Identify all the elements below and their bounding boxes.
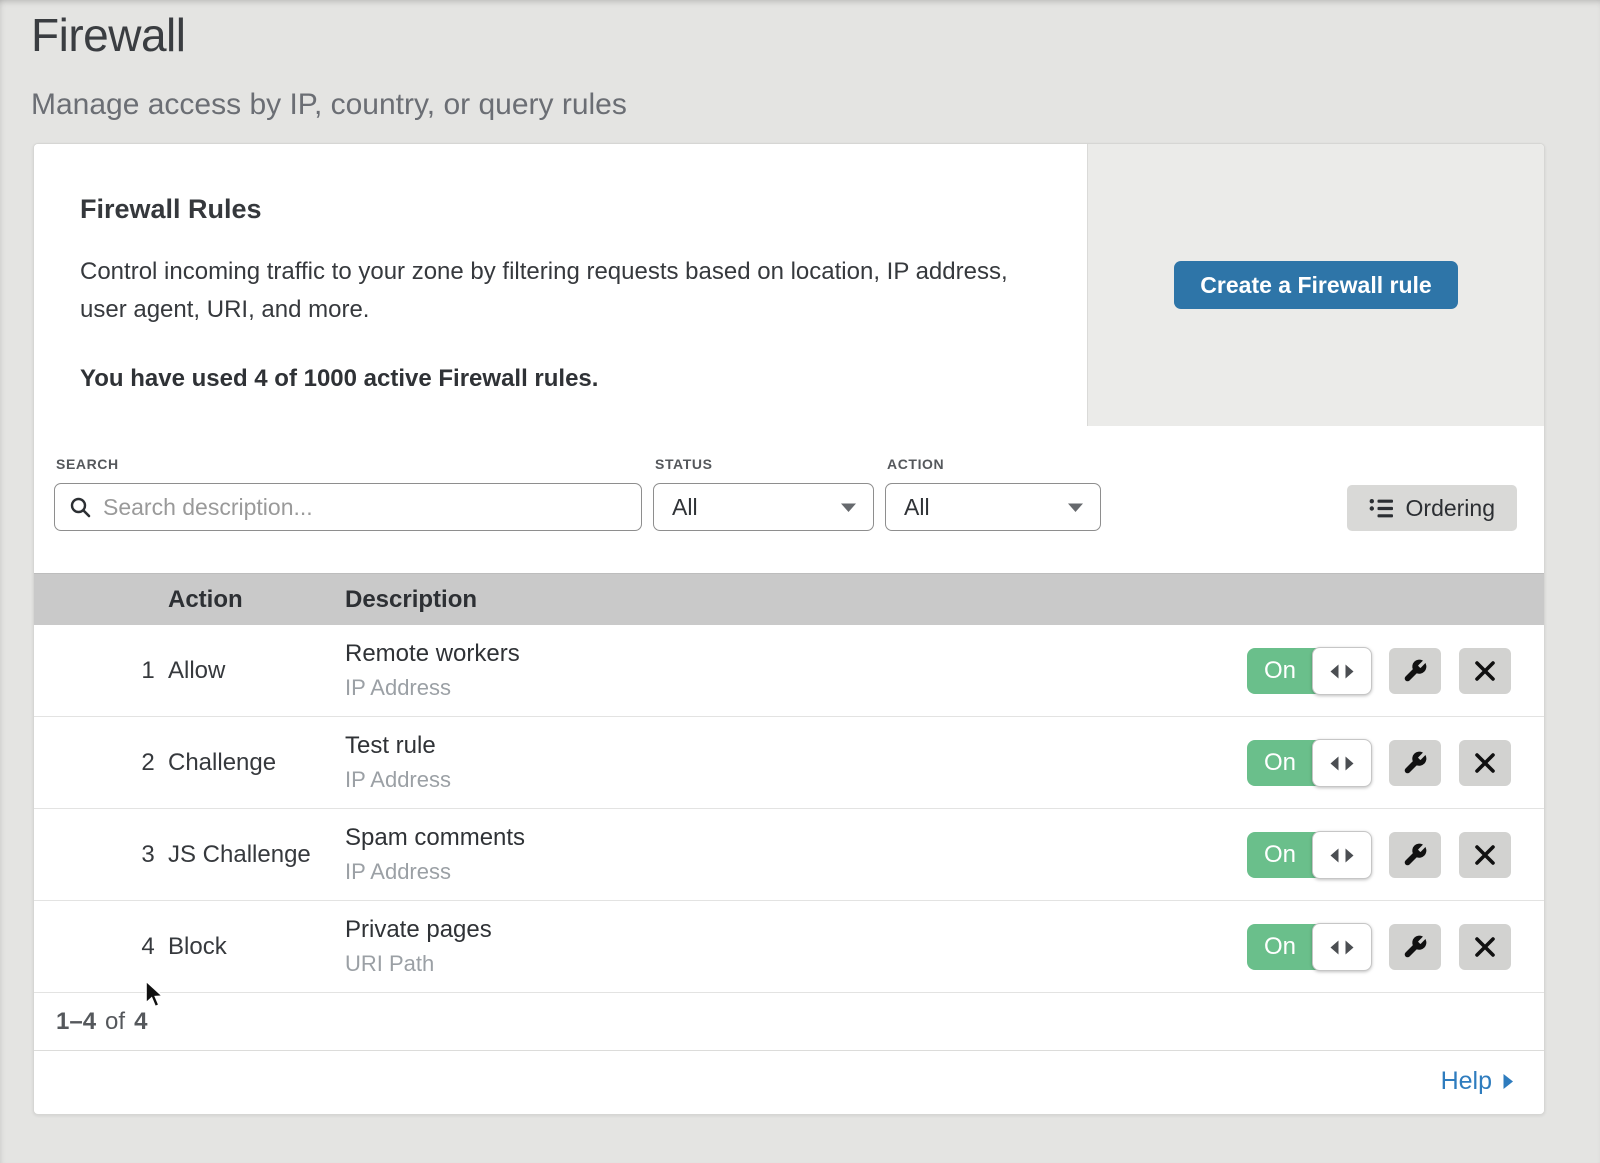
create-firewall-rule-button[interactable]: Create a Firewall rule (1174, 261, 1457, 309)
table-row: 2 Challenge Test rule IP Address On (34, 717, 1544, 809)
search-label: SEARCH (56, 456, 119, 472)
rule-description: Private pages URI Path (345, 901, 492, 992)
filters-bar: SEARCH STATUS ACTION All All (34, 426, 1544, 573)
chevron-right-icon (1502, 1073, 1514, 1090)
rule-match-type: IP Address (345, 859, 525, 885)
chevron-down-icon (1067, 502, 1084, 513)
help-row: Help (34, 1051, 1544, 1112)
table-header: Action Description (34, 573, 1544, 625)
search-box[interactable] (54, 483, 642, 531)
rule-match-type: IP Address (345, 767, 451, 793)
rule-description-title: Remote workers (345, 640, 520, 668)
column-header-action: Action (168, 574, 243, 626)
close-icon (1474, 936, 1496, 958)
edit-rule-button[interactable] (1389, 740, 1441, 786)
page-subtitle: Manage access by IP, country, or query r… (31, 88, 627, 122)
rule-description-title: Test rule (345, 732, 451, 760)
overview-section: Firewall Rules Control incoming traffic … (34, 144, 1544, 426)
rule-description: Test rule IP Address (345, 717, 451, 808)
status-select-value: All (672, 494, 698, 521)
rule-match-type: IP Address (345, 675, 520, 701)
rule-description: Remote workers IP Address (345, 625, 520, 716)
status-label: STATUS (655, 456, 713, 472)
rule-controls: On (1247, 832, 1511, 878)
help-link[interactable]: Help (1441, 1067, 1514, 1096)
action-select-value: All (904, 494, 930, 521)
rule-enabled-toggle[interactable]: On (1247, 924, 1371, 970)
rule-controls: On (1247, 924, 1511, 970)
toggle-handle[interactable] (1312, 739, 1372, 787)
edit-rule-button[interactable] (1389, 924, 1441, 970)
search-input[interactable] (103, 494, 627, 521)
toggle-on-label: On (1247, 648, 1313, 694)
table-row: 4 Block Private pages URI Path On (34, 901, 1544, 993)
pagination-of: of (105, 1008, 125, 1036)
close-icon (1474, 752, 1496, 774)
page-title: Firewall (31, 8, 627, 62)
toggle-handle[interactable] (1312, 923, 1372, 971)
delete-rule-button[interactable] (1459, 648, 1511, 694)
help-link-label: Help (1441, 1067, 1492, 1096)
close-icon (1474, 660, 1496, 682)
overview-description: Control incoming traffic to your zone by… (80, 253, 1030, 329)
rule-priority: 2 (130, 717, 166, 808)
rule-description: Spam comments IP Address (345, 809, 525, 900)
rule-description-title: Spam comments (345, 824, 525, 852)
delete-rule-button[interactable] (1459, 924, 1511, 970)
rule-controls: On (1247, 740, 1511, 786)
pagination-range: 1–4 (56, 1008, 96, 1036)
ordering-button[interactable]: Ordering (1347, 485, 1517, 531)
action-select[interactable]: All (885, 483, 1101, 531)
page-header: Firewall Manage access by IP, country, o… (31, 8, 627, 122)
wrench-icon (1402, 934, 1428, 960)
toggle-on-label: On (1247, 740, 1313, 786)
delete-rule-button[interactable] (1459, 740, 1511, 786)
rule-action: Challenge (168, 717, 276, 808)
pagination-footer: 1–4 of 4 (34, 993, 1544, 1051)
rule-enabled-toggle[interactable]: On (1247, 832, 1371, 878)
column-header-description: Description (345, 574, 477, 626)
toggle-on-label: On (1247, 832, 1313, 878)
overview-text: Firewall Rules Control incoming traffic … (34, 144, 1087, 426)
rule-priority: 1 (130, 625, 166, 716)
rule-priority: 4 (130, 901, 166, 992)
wrench-icon (1402, 750, 1428, 776)
wrench-icon (1402, 658, 1428, 684)
edit-rule-button[interactable] (1389, 648, 1441, 694)
close-icon (1474, 844, 1496, 866)
rule-action: JS Challenge (168, 809, 311, 900)
toggle-handle[interactable] (1312, 647, 1372, 695)
rule-priority: 3 (130, 809, 166, 900)
wrench-icon (1402, 842, 1428, 868)
overview-heading: Firewall Rules (80, 194, 1047, 225)
pagination-total: 4 (134, 1008, 147, 1036)
toggle-on-label: On (1247, 924, 1313, 970)
table-row: 3 JS Challenge Spam comments IP Address … (34, 809, 1544, 901)
rule-description-title: Private pages (345, 916, 492, 944)
search-icon (69, 496, 91, 518)
overview-action-panel: Create a Firewall rule (1087, 144, 1544, 426)
ordering-button-label: Ordering (1406, 495, 1495, 522)
delete-rule-button[interactable] (1459, 832, 1511, 878)
table-row: 1 Allow Remote workers IP Address On (34, 625, 1544, 717)
firewall-page: Firewall Manage access by IP, country, o… (0, 0, 1600, 1163)
ordered-list-icon (1369, 498, 1394, 519)
status-select[interactable]: All (653, 483, 874, 531)
firewall-rules-card: Firewall Rules Control incoming traffic … (33, 143, 1545, 1115)
rule-enabled-toggle[interactable]: On (1247, 648, 1371, 694)
rule-enabled-toggle[interactable]: On (1247, 740, 1371, 786)
rule-controls: On (1247, 648, 1511, 694)
action-label: ACTION (887, 456, 944, 472)
toggle-handle[interactable] (1312, 831, 1372, 879)
rule-action: Allow (168, 625, 225, 716)
usage-note: You have used 4 of 1000 active Firewall … (80, 365, 1047, 393)
rule-match-type: URI Path (345, 951, 492, 977)
edit-rule-button[interactable] (1389, 832, 1441, 878)
chevron-down-icon (840, 502, 857, 513)
rule-action: Block (168, 901, 227, 992)
